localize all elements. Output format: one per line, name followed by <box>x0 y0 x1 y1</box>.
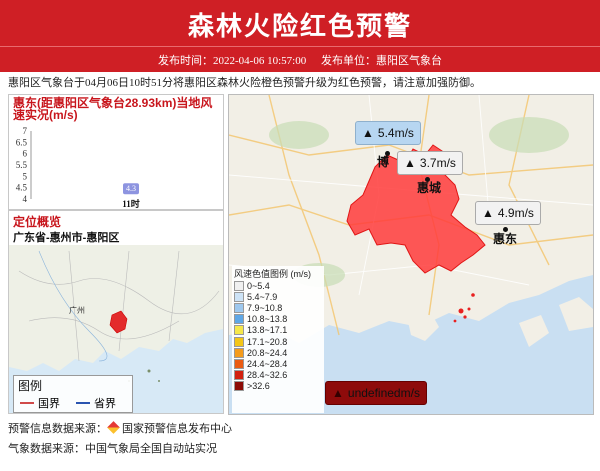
legend-label: 13.8~17.1 <box>247 325 288 336</box>
wind-speed-label: 3.7m/s <box>419 156 456 170</box>
legend-swatch <box>234 347 244 358</box>
legend-swatch <box>234 325 244 336</box>
legend-label: 17.1~20.8 <box>247 336 288 347</box>
wind-color-legend: 风速色值图例 (m/s) 0~5.4 5.4~7.9 7.9~10.8 10.8… <box>232 266 324 413</box>
header-meta: 发布时间：2022-04-06 10:57:00 发布单位：惠阳区气象台 <box>0 52 600 68</box>
station-bubble-huicheng[interactable]: ▲ 3.7m/s <box>397 151 463 175</box>
legend-label: 20.8~24.4 <box>247 347 288 358</box>
location-panel: 定位概览 广东省-惠州市-惠阳区 广州 图例 国界 省界 <box>8 210 224 414</box>
publisher: 发布单位：惠阳区气象台 <box>320 55 442 67</box>
legend-swatch <box>234 291 244 302</box>
fire-icon: ▲ <box>362 126 374 140</box>
wind-legend-item: 20.8~24.4 <box>232 347 324 358</box>
legend-swatch <box>234 336 244 347</box>
fire-icon: ▲ <box>404 156 416 170</box>
provincial-border-swatch <box>76 402 90 404</box>
weather-source-line: 气象数据来源：中国气象局全国自动站实况 <box>8 443 217 455</box>
wind-legend-item: 5.4~7.9 <box>232 291 324 302</box>
page-title: 森林火险红色预警 <box>187 12 412 42</box>
wind-chart-panel: 惠东(距惠阳区气象台28.93km)当地风速实况(m/s) 7 6.5 6 5.5 5 4… <box>8 94 224 210</box>
wind-legend-item: 10.8~13.8 <box>232 314 324 325</box>
warning-source-link[interactable]: 国家预警信息发布中心 <box>122 423 232 435</box>
header-banner: 森林火险红色预警 发布时间：2022-04-06 10:57:00 发布单位：惠… <box>0 0 600 72</box>
station-bubble-bo[interactable]: ▲ 5.4m/s <box>355 121 421 145</box>
legend-label: 24.4~28.4 <box>247 358 288 369</box>
legend-swatch <box>234 381 244 392</box>
station-bubble-huidong[interactable]: ▲ 4.9m/s <box>475 201 541 225</box>
wind-legend-item: 24.4~28.4 <box>232 358 324 369</box>
legend-label: 5.4~7.9 <box>247 291 278 302</box>
wind-legend-item: 28.4~32.6 <box>232 370 324 381</box>
city-label-huicheng: 惠城 <box>417 181 442 195</box>
y-tick-label: 7 <box>23 126 28 136</box>
warning-center-logo-icon <box>107 421 120 434</box>
wind-speed-label: 5.4m/s <box>377 126 414 140</box>
wind-legend-title: 风速色值图例 (m/s) <box>234 269 311 279</box>
x-tick-label: 11时 <box>122 198 140 209</box>
legend-swatch <box>234 358 244 369</box>
national-border-label: 国界 <box>38 398 60 410</box>
station-bubble-undefined[interactable]: ▲ undefinedm/s <box>325 381 427 405</box>
fire-icon: ▲ <box>332 386 344 400</box>
legend-swatch <box>234 314 244 325</box>
map-legend-title: 图例 <box>18 379 43 393</box>
mini-map-city-label: 广州 <box>69 305 85 315</box>
wind-legend-item: 7.9~10.8 <box>232 302 324 313</box>
warning-source-label: 预警信息数据来源： <box>8 423 107 435</box>
publish-time: 发布时间：2022-04-06 10:57:00 <box>158 55 307 67</box>
y-tick-label: 4 <box>23 194 28 204</box>
warning-source-line: 预警信息数据来源： 国家预警信息发布中心 <box>8 420 232 436</box>
bar-value-label: 4.3 <box>126 184 136 193</box>
wind-legend-item: >32.6 <box>232 381 324 392</box>
wind-legend-item: 0~5.4 <box>232 280 324 291</box>
y-tick-label: 5 <box>23 171 28 181</box>
fire-icon: ▲ <box>482 206 494 220</box>
map-legend: 图例 国界 省界 <box>13 375 133 413</box>
y-tick-label: 5.5 <box>16 160 28 170</box>
legend-label: 7.9~10.8 <box>247 302 283 313</box>
legend-label: 10.8~13.8 <box>247 314 288 325</box>
wind-speed-label: undefinedm/s <box>347 386 420 400</box>
y-tick-label: 6 <box>23 149 28 159</box>
city-label-bo: 博 <box>377 155 390 169</box>
wind-bar-chart: 76.5 65.55 4.54 4.3 11时 <box>16 126 140 209</box>
national-border-swatch <box>20 402 34 404</box>
legend-swatch <box>234 302 244 313</box>
city-label-huidong: 惠东 <box>493 232 518 246</box>
wind-legend-item: 17.1~20.8 <box>232 336 324 347</box>
header-divider <box>0 46 600 47</box>
wind-legend-item: 13.8~17.1 <box>232 325 324 336</box>
y-tick-label: 4.5 <box>16 183 28 193</box>
legend-label: 0~5.4 <box>247 280 270 291</box>
legend-label: 28.4~32.6 <box>247 370 288 381</box>
wind-speed-label: 4.9m/s <box>497 206 534 220</box>
legend-swatch <box>234 280 244 291</box>
legend-label: >32.6 <box>247 381 270 392</box>
provincial-border-label: 省界 <box>94 398 116 410</box>
warning-intro: 惠阳区气象台于04月06日10时51分将惠阳区森林火险橙色预警升级为红色预警，请… <box>8 77 481 89</box>
y-tick-label: 6.5 <box>16 137 28 147</box>
legend-swatch <box>234 370 244 381</box>
